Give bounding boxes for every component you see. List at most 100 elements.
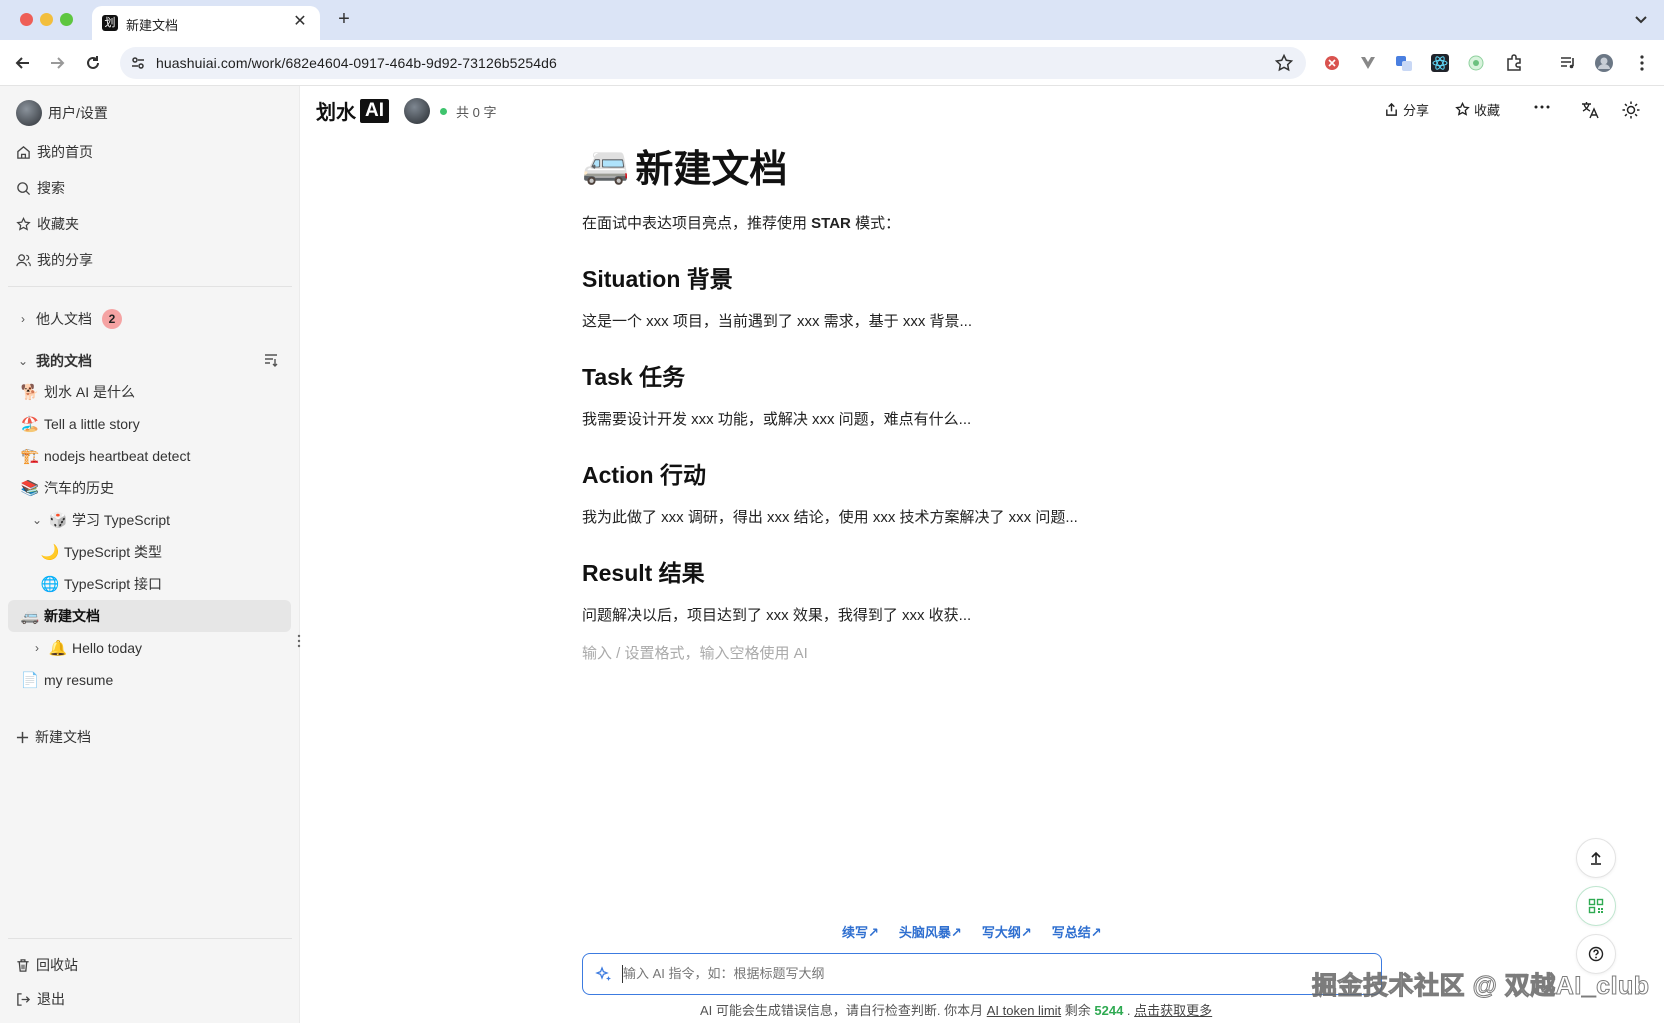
editor-placeholder[interactable]: 输入 / 设置格式，输入空格使用 AI (582, 642, 808, 663)
watermark: 掘金技术社区 @ 双越AI_club (1312, 972, 1650, 1001)
doc-emoji-icon: 🌐 (40, 576, 60, 593)
media-control-icon[interactable] (1558, 53, 1578, 73)
url-bar[interactable]: huashuiai.com/work/682e4604-0917-464b-9d… (120, 47, 1306, 79)
chevron-down-icon[interactable] (1630, 8, 1652, 30)
doc-tree-item[interactable]: › 🔔 Hello today (8, 632, 291, 664)
sidebar-item-label: 搜索 (37, 180, 65, 196)
ai-action-outline[interactable]: 写大纲↗ (982, 922, 1032, 941)
theme-toggle-button[interactable] (1621, 100, 1641, 120)
reload-icon[interactable] (80, 50, 106, 76)
sidebar-item-label: 收藏夹 (37, 216, 79, 232)
share-icon (1386, 102, 1397, 116)
sidebar-resize-handle[interactable] (296, 634, 302, 648)
extension-translate-icon[interactable] (1394, 53, 1414, 73)
others-docs-toggle[interactable]: › 他人文档 2 (16, 308, 122, 330)
bookmark-star-icon[interactable] (1274, 53, 1294, 73)
browser-menu-icon[interactable] (1632, 53, 1652, 73)
extension-react-icon[interactable] (1430, 53, 1450, 73)
forward-icon[interactable] (44, 50, 70, 76)
doc-emoji-icon: 🎲 (48, 512, 68, 529)
sidebar: 用户/设置 我的首页 搜索 收藏夹 我的分享 › 他人文档 2 ⌄ 我的文档 🐕… (0, 86, 302, 1023)
window-zoom-button[interactable] (60, 13, 73, 26)
ai-action-summary[interactable]: 写总结↗ (1052, 922, 1102, 941)
extension-stop-icon[interactable] (1322, 53, 1342, 73)
chevron-down-icon[interactable]: ⌄ (30, 513, 44, 527)
ai-action-brainstorm[interactable]: 头脑风暴↗ (899, 922, 962, 941)
sidebar-item-shares[interactable]: 我的分享 (16, 249, 93, 271)
new-doc-button[interactable]: 新建文档 (16, 726, 91, 748)
my-docs-toggle[interactable]: ⌄ 我的文档 (16, 350, 92, 372)
doc-tree-item[interactable]: 🌙 TypeScript 类型 (8, 536, 291, 568)
logout-button[interactable]: 退出 (16, 988, 65, 1010)
ai-command-box[interactable] (582, 953, 1382, 995)
close-icon[interactable]: ✕ (290, 12, 310, 32)
doc-emoji-icon: 📚 (20, 480, 40, 497)
search-icon (17, 181, 31, 195)
extension-green-icon[interactable] (1466, 53, 1486, 73)
plus-icon (16, 731, 29, 743)
qrcode-button[interactable] (1576, 886, 1616, 926)
count-badge: 2 (102, 309, 122, 329)
divider (8, 286, 292, 287)
logout-icon (17, 992, 31, 1006)
doc-tree-item[interactable]: 🐕 划水 AI 是什么 (8, 376, 291, 408)
remaining-tokens: 5244 (1094, 1003, 1124, 1018)
document-editor[interactable]: 🚐 新建文档 在面试中表达项目亮点，推荐使用 STAR 模式： Situatio… (582, 140, 1282, 662)
section-body: 这是一个 xxx 项目，当前遇到了 xxx 需求，基于 xxx 背景... (582, 313, 973, 330)
doc-title-label: 汽车的历史 (44, 480, 114, 496)
sun-icon (1622, 101, 1640, 119)
extensions-puzzle-icon[interactable] (1504, 53, 1524, 73)
ai-action-continue[interactable]: 续写↗ (842, 922, 879, 941)
doc-tree-item[interactable]: ⌄ 🎲 学习 TypeScript (8, 504, 291, 536)
translate-icon (1582, 102, 1599, 119)
more-dots-icon (1534, 105, 1550, 109)
doc-emoji-icon: 🏗️ (20, 448, 40, 465)
token-limit-link[interactable]: AI token limit (987, 1003, 1061, 1018)
sidebar-item-home[interactable]: 我的首页 (16, 141, 93, 163)
trash-label: 回收站 (36, 957, 78, 973)
app-logo[interactable]: 划水 AI (316, 96, 389, 125)
document-title-text: 新建文档 (635, 148, 788, 191)
share-button[interactable]: 分享 (1384, 100, 1429, 119)
logo-text: 划水 (316, 102, 356, 124)
doc-tree-item[interactable]: 🏖️ Tell a little story (8, 408, 291, 440)
qrcode-icon (1588, 898, 1604, 914)
doc-tree-item[interactable]: 📄 my resume (8, 664, 291, 696)
extension-vue-icon[interactable] (1358, 53, 1378, 73)
get-more-link[interactable]: 点击获取更多 (1134, 1003, 1212, 1018)
star-icon (1455, 102, 1470, 116)
section-body: 我需要设计开发 xxx 功能，或解决 xxx 问题，难点有什么... (582, 411, 972, 428)
doc-title-label: nodejs heartbeat detect (44, 448, 191, 464)
trash-button[interactable]: 回收站 (16, 954, 78, 976)
doc-tree-item[interactable]: 🏗️ nodejs heartbeat detect (8, 440, 291, 472)
doc-title-label: 学习 TypeScript (72, 512, 171, 528)
collaborator-avatar[interactable] (404, 98, 430, 124)
document-title-emoji[interactable]: 🚐 (582, 143, 629, 187)
profile-avatar-icon[interactable] (1594, 53, 1614, 73)
site-settings-icon[interactable] (130, 55, 146, 71)
sidebar-item-search[interactable]: 搜索 (16, 177, 65, 199)
chevron-right-icon[interactable]: › (30, 641, 44, 655)
favorite-button[interactable]: 收藏 (1455, 100, 1500, 119)
document-title[interactable]: 🚐 新建文档 (582, 140, 1282, 191)
upload-button[interactable] (1576, 838, 1616, 878)
translate-button[interactable] (1580, 100, 1600, 120)
doc-tree-item[interactable]: 🚐 新建文档 (8, 600, 291, 632)
doc-tree-item[interactable]: 📚 汽车的历史 (8, 472, 291, 504)
logout-label: 退出 (37, 991, 65, 1007)
sort-icon[interactable] (263, 352, 279, 373)
ai-command-input[interactable] (623, 966, 1223, 981)
sidebar-item-label: 我的首页 (37, 144, 93, 160)
doc-tree-item[interactable]: 🌐 TypeScript 接口 (8, 568, 291, 600)
user-settings[interactable]: 用户/设置 (16, 100, 108, 126)
browser-tab-active[interactable]: 划 新建文档 ✕ (92, 6, 320, 40)
sidebar-item-favorites[interactable]: 收藏夹 (16, 213, 79, 235)
url-text: huashuiai.com/work/682e4604-0917-464b-9d… (156, 55, 557, 71)
window-minimize-button[interactable] (40, 13, 53, 26)
new-tab-button[interactable]: + (333, 8, 355, 30)
window-close-button[interactable] (20, 13, 33, 26)
more-button[interactable] (1534, 104, 1550, 110)
doc-title-label: TypeScript 接口 (64, 576, 163, 592)
doc-title-label: Tell a little story (44, 416, 140, 432)
back-icon[interactable] (10, 50, 36, 76)
